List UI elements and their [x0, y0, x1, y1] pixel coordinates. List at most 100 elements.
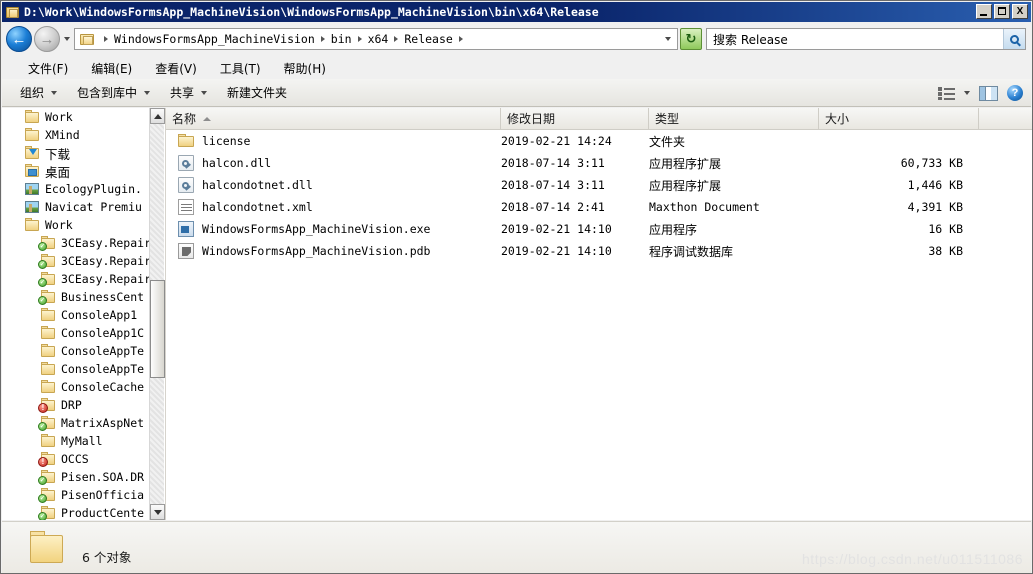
help-icon[interactable]: ? [1007, 85, 1023, 101]
file-name-cell[interactable]: halcondotnet.dll [166, 174, 501, 196]
view-dropdown-icon[interactable] [964, 91, 970, 95]
file-list-pane: 名称 修改日期 类型 大小 license 2019-02-21 14:24 文件夹 hal… [166, 108, 1032, 520]
change-view-icon[interactable] [938, 86, 955, 100]
column-header-3[interactable]: 大小 [819, 108, 979, 129]
table-row[interactable]: halcondotnet.xml 2018-07-14 2:41 Maxthon D… [166, 196, 1032, 218]
breadcrumb-separator-icon[interactable] [320, 36, 325, 42]
breadcrumb-item-3[interactable]: Release [404, 32, 452, 46]
new-folder-button[interactable]: 新建文件夹 [227, 84, 287, 101]
table-row[interactable]: WindowsFormsApp_MachineVision.exe 2019-02… [166, 218, 1032, 240]
address-dropdown-icon[interactable] [665, 37, 671, 41]
sidebar-item-label: ConsoleApp1C [61, 326, 145, 340]
share-button[interactable]: 共享 [170, 84, 208, 101]
table-row[interactable]: halcondotnet.dll 2018-07-14 3:11 应用程序扩展 1,4… [166, 174, 1032, 196]
breadcrumb-item-0[interactable]: WindowsFormsApp_MachineVision [114, 32, 315, 46]
file-name-cell[interactable]: halcon.dll [166, 152, 501, 174]
navigation-scrollbar[interactable] [149, 108, 165, 520]
check-badge-icon: ✓ [38, 422, 47, 431]
sidebar-item-11[interactable]: ConsoleApp1 [2, 306, 150, 324]
folder-download-icon [24, 146, 40, 160]
breadcrumb-separator-icon[interactable] [458, 36, 463, 42]
sidebar-item-2[interactable]: 下载 [2, 144, 150, 162]
table-row[interactable]: WindowsFormsApp_MachineVision.pdb 2019-02… [166, 240, 1032, 262]
minimize-button[interactable] [976, 4, 992, 19]
forward-button[interactable]: → [34, 26, 60, 52]
sidebar-item-6[interactable]: Work [2, 216, 150, 234]
file-size-cell: 1,446 KB [907, 178, 963, 192]
history-dropdown-button[interactable] [60, 26, 74, 52]
table-row[interactable]: license 2019-02-21 14:24 文件夹 [166, 130, 1032, 152]
column-header-1[interactable]: 修改日期 [501, 108, 649, 129]
breadcrumb-separator-icon[interactable] [104, 36, 108, 42]
menu-item-view[interactable]: 查看(V) [155, 60, 197, 77]
file-name-label: WindowsFormsApp_MachineVision.pdb [202, 244, 431, 258]
breadcrumb-item-2[interactable]: x64 [368, 32, 389, 46]
sidebar-item-7[interactable]: ✓ 3CEasy.Repair [2, 234, 150, 252]
column-header-0[interactable]: 名称 [166, 108, 501, 129]
include-in-library-button[interactable]: 包含到库中 [77, 84, 151, 101]
file-name-cell[interactable]: license [166, 130, 501, 152]
table-row[interactable]: halcon.dll 2018-07-14 3:11 应用程序扩展 60,733 KB [166, 152, 1032, 174]
sidebar-item-9[interactable]: ✓ 3CEasy.Repair [2, 270, 150, 288]
folder-icon [178, 133, 194, 149]
file-name-cell[interactable]: WindowsFormsApp_MachineVision.exe [166, 218, 501, 240]
sidebar-item-label: PisenOfficia [61, 488, 145, 502]
column-header-2[interactable]: 类型 [649, 108, 819, 129]
menu-item-edit[interactable]: 编辑(E) [91, 60, 132, 77]
sidebar-item-5[interactable]: Navicat Premiu [2, 198, 150, 216]
sidebar-item-14[interactable]: ConsoleAppTe [2, 360, 150, 378]
file-name-cell[interactable]: WindowsFormsApp_MachineVision.pdb [166, 240, 501, 262]
sidebar-item-16[interactable]: ! DRP [2, 396, 150, 414]
toolbar-right-group: ? [938, 79, 1023, 107]
scroll-up-button[interactable] [150, 108, 165, 124]
sidebar-item-10[interactable]: ✓ BusinessCent [2, 288, 150, 306]
scroll-down-button[interactable] [150, 504, 165, 520]
sidebar-item-20[interactable]: ✓ Pisen.SOA.DR [2, 468, 150, 486]
sidebar-item-1[interactable]: XMind [2, 126, 150, 144]
breadcrumb-root-folder-icon[interactable] [80, 33, 95, 46]
sidebar-item-8[interactable]: ✓ 3CEasy.Repair [2, 252, 150, 270]
chevron-down-icon [144, 90, 151, 95]
check-badge-icon: ✓ [38, 278, 47, 287]
sidebar-item-22[interactable]: ✓ ProductCente [2, 504, 150, 520]
close-button[interactable]: X [1012, 4, 1028, 19]
folder-icon [24, 218, 40, 232]
menu-item-file[interactable]: 文件(F) [28, 60, 68, 77]
scrollbar-thumb[interactable] [150, 280, 165, 378]
sidebar-item-15[interactable]: ConsoleCache [2, 378, 150, 396]
menu-item-tools[interactable]: 工具(T) [220, 60, 261, 77]
file-size-cell: 4,391 KB [907, 200, 963, 214]
breadcrumb-separator-icon[interactable] [394, 36, 399, 42]
column-header-4[interactable] [979, 108, 1032, 129]
sidebar-item-label: 下载 [45, 146, 71, 162]
menu-item-help[interactable]: 帮助(H) [284, 60, 326, 77]
back-button[interactable]: ← [6, 26, 32, 52]
breadcrumb-separator-icon[interactable] [357, 36, 362, 42]
sidebar-item-17[interactable]: ✓ MatrixAspNet [2, 414, 150, 432]
breadcrumb-item-1[interactable]: bin [331, 32, 352, 46]
search-box[interactable]: 搜索 Release [706, 28, 1026, 50]
watermark-text: https://blog.csdn.net/u011511086 [802, 551, 1023, 567]
organize-button[interactable]: 组织 [20, 84, 58, 101]
sidebar-item-18[interactable]: MyMall [2, 432, 150, 450]
file-modified-cell: 2018-07-14 3:11 [501, 178, 605, 192]
sidebar-item-3[interactable]: 桌面 [2, 162, 150, 180]
window-folder-icon [6, 5, 20, 19]
sidebar-item-0[interactable]: Work [2, 108, 150, 126]
breadcrumb[interactable]: WindowsFormsApp_MachineVision bin x64 Re… [74, 28, 678, 50]
file-name-cell[interactable]: halcondotnet.xml [166, 196, 501, 218]
sidebar-item-19[interactable]: ! OCCS [2, 450, 150, 468]
file-name-label: license [202, 134, 251, 148]
sidebar-item-13[interactable]: ConsoleAppTe [2, 342, 150, 360]
address-bar: ← → WindowsFormsApp_MachineVision bin x6… [2, 23, 1031, 55]
sidebar-item-label: 桌面 [45, 164, 71, 180]
folder-icon [40, 362, 56, 376]
search-input[interactable]: 搜索 Release [707, 31, 788, 48]
sidebar-item-21[interactable]: ✓ PisenOfficia [2, 486, 150, 504]
sidebar-item-12[interactable]: ConsoleApp1C [2, 324, 150, 342]
search-button[interactable] [1003, 29, 1025, 49]
preview-pane-icon[interactable] [979, 85, 998, 101]
maximize-button[interactable] [994, 4, 1010, 19]
sidebar-item-4[interactable]: EcologyPlugin. [2, 180, 150, 198]
refresh-button[interactable]: ↻ [680, 28, 702, 50]
